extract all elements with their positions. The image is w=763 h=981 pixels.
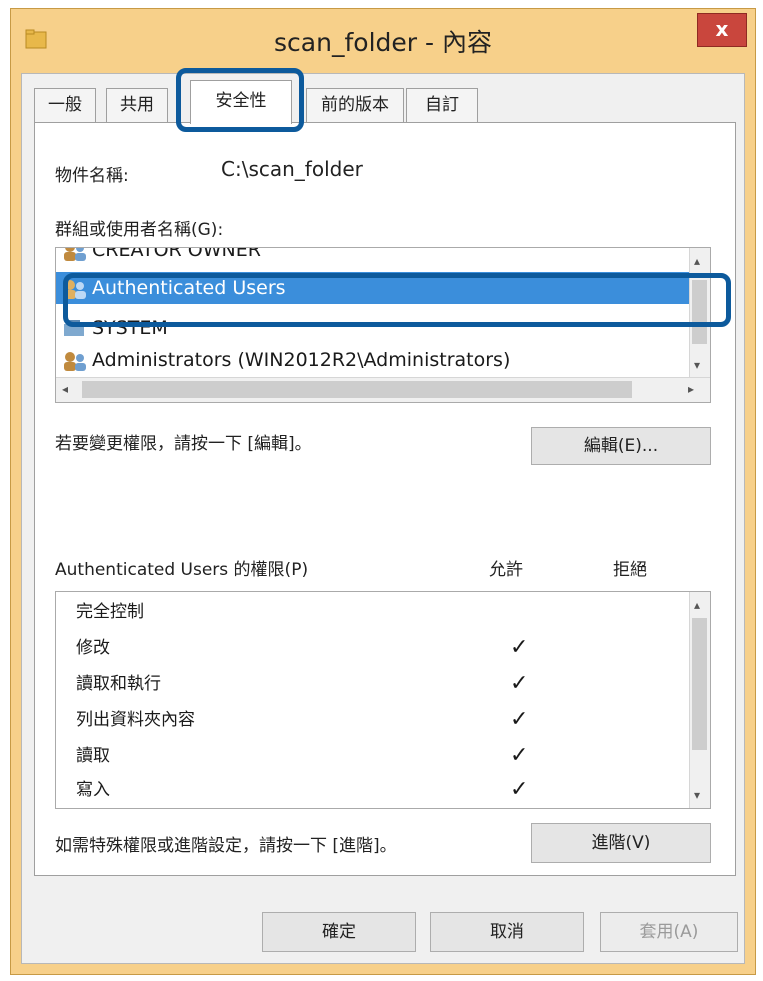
allow-check-icon: ✓	[510, 707, 529, 732]
scroll-up-icon[interactable]: ▴	[694, 254, 700, 268]
tab-customize[interactable]: 自訂	[406, 88, 478, 122]
advanced-settings-hint: 如需特殊權限或進階設定，請按一下 [進階]。	[55, 836, 397, 856]
window-title: scan_folder - 內容	[274, 28, 492, 57]
permission-row: 讀取 ✓	[76, 738, 696, 774]
scroll-left-icon[interactable]: ◂	[62, 382, 68, 396]
deny-column-header: 拒絕	[613, 560, 647, 580]
permission-name: 修改	[76, 638, 110, 658]
scroll-up-icon[interactable]: ▴	[694, 598, 700, 612]
allow-check-icon: ✓	[510, 635, 529, 660]
permissions-listbox: 完全控制 修改 ✓ 讀取和執行 ✓ 列出資料夾內容 ✓ 讀取 ✓ 寫入 ✓ ▴ …	[55, 591, 711, 809]
group-name: Administrators (WIN2012R2\Administrators…	[92, 349, 511, 371]
permission-row: 寫入 ✓	[76, 772, 696, 808]
scroll-down-icon[interactable]: ▾	[694, 358, 700, 372]
dialog-client: 一般 共用 安全性 前的版本 自訂 物件名稱: C:\scan_folder 群…	[21, 68, 745, 964]
scroll-thumb[interactable]	[82, 381, 632, 398]
permissions-title: Authenticated Users 的權限(P)	[55, 560, 309, 580]
permission-row: 完全控制	[76, 594, 696, 630]
properties-window: scan_folder - 內容 x 一般 共用 安全性 前的版本 自訂 物件名…	[10, 8, 756, 975]
tab-general[interactable]: 一般	[34, 88, 96, 122]
permission-name: 列出資料夾內容	[76, 710, 195, 730]
allow-check-icon: ✓	[510, 777, 529, 802]
allow-check-icon: ✓	[510, 743, 529, 768]
close-button[interactable]: x	[697, 13, 747, 47]
ok-button[interactable]: 確定	[262, 912, 416, 952]
permission-row: 修改 ✓	[76, 630, 696, 666]
group-name: CREATOR OWNER	[92, 247, 261, 261]
tab-previous-versions[interactable]: 前的版本	[306, 88, 404, 122]
security-panel: 物件名稱: C:\scan_folder 群組或使用者名稱(G): CREATO…	[34, 122, 736, 876]
permissions-vertical-scrollbar[interactable]: ▴ ▾	[689, 592, 710, 808]
groups-horizontal-scrollbar[interactable]: ◂ ▸	[56, 377, 710, 402]
security-tab-highlight	[176, 68, 304, 132]
object-name-label: 物件名稱:	[55, 166, 129, 186]
scroll-down-icon[interactable]: ▾	[694, 788, 700, 802]
permission-name: 完全控制	[76, 602, 144, 622]
title-bar[interactable]: scan_folder - 內容 x	[11, 9, 755, 71]
permission-name: 寫入	[76, 780, 110, 800]
apply-button[interactable]: 套用(A)	[600, 912, 738, 952]
allow-check-icon: ✓	[510, 671, 529, 696]
object-name-value: C:\scan_folder	[221, 157, 363, 181]
permission-name: 讀取	[76, 746, 110, 766]
permission-row: 讀取和執行 ✓	[76, 666, 696, 702]
advanced-button[interactable]: 進階(V)	[531, 823, 711, 863]
list-item[interactable]: Administrators (WIN2012R2\Administrators…	[62, 344, 510, 376]
selected-user-highlight	[63, 273, 731, 327]
tab-sharing[interactable]: 共用	[106, 88, 168, 122]
allow-column-header: 允許	[489, 560, 523, 580]
list-item[interactable]: CREATOR OWNER	[62, 247, 261, 266]
groups-label: 群組或使用者名稱(G):	[55, 220, 224, 240]
permission-row: 列出資料夾內容 ✓	[76, 702, 696, 738]
permission-name: 讀取和執行	[76, 674, 161, 694]
scroll-thumb[interactable]	[692, 618, 707, 750]
change-permissions-hint: 若要變更權限，請按一下 [編輯]。	[55, 434, 312, 454]
cancel-button[interactable]: 取消	[430, 912, 584, 952]
user-group-icon	[64, 248, 86, 261]
user-group-icon	[64, 351, 86, 371]
scroll-right-icon[interactable]: ▸	[688, 382, 694, 396]
edit-button[interactable]: 編輯(E)...	[531, 427, 711, 465]
